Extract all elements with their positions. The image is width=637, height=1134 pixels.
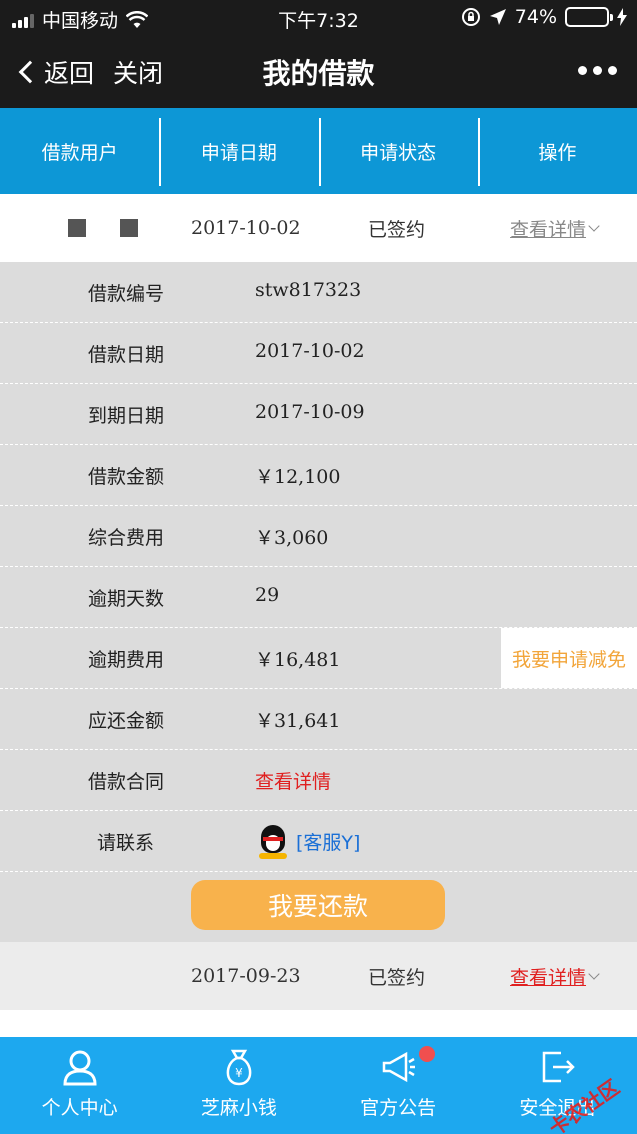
charging-icon xyxy=(617,8,627,26)
nav-announcements[interactable]: 官方公告 xyxy=(319,1037,478,1134)
detail-row-contract: 借款合同 查看详情 xyxy=(0,750,637,811)
loan-apply-date: 2017-10-02 xyxy=(191,217,301,239)
chevron-down-icon xyxy=(588,968,600,980)
loan-row: 2017-09-23 已签约 查看详情 xyxy=(0,942,637,1010)
nav-personal-center[interactable]: 个人中心 xyxy=(0,1037,159,1134)
view-detail-link[interactable]: 查看详情 xyxy=(510,963,600,990)
notification-dot xyxy=(418,1046,435,1062)
detail-row-loan-no: 借款编号 stw817323 xyxy=(0,262,637,323)
view-detail-link[interactable]: 查看详情 xyxy=(510,215,600,242)
header-action: 操作 xyxy=(477,108,637,194)
bottom-nav: 个人中心 ¥ 芝麻小钱 官方公告 安全退出 卡农社区 xyxy=(0,1037,637,1134)
qq-penguin-icon xyxy=(258,823,288,859)
battery-percent: 74% xyxy=(514,6,557,28)
detail-row-due-date: 到期日期 2017-10-09 xyxy=(0,384,637,445)
header-borrower: 借款用户 xyxy=(41,141,118,164)
detail-row-loan-date: 借款日期 2017-10-02 xyxy=(0,323,637,384)
user-icon xyxy=(63,1050,97,1086)
detail-row-contact: 请联系 [客服Y] xyxy=(0,811,637,872)
nav-sesame-money[interactable]: ¥ 芝麻小钱 xyxy=(159,1037,318,1134)
detail-row-overdue-fee: 逾期费用 ￥16,481 我要申请减免 xyxy=(0,628,637,689)
repay-button[interactable]: 我要还款 xyxy=(191,880,445,930)
detail-row-repay-total: 应还金额 ￥31,641 xyxy=(0,689,637,750)
detail-row-amount: 借款金额 ￥12,100 xyxy=(0,445,637,506)
customer-service-link[interactable]: [客服Y] xyxy=(258,823,360,859)
header-apply-date: 申请日期 xyxy=(159,108,318,194)
loan-status: 已签约 xyxy=(368,966,426,989)
rotation-lock-icon xyxy=(461,8,480,26)
page-title: 我的借款 xyxy=(262,57,375,90)
money-bag-icon: ¥ xyxy=(226,1049,252,1086)
loan-apply-date: 2017-09-23 xyxy=(191,965,301,987)
detail-row-overdue-days: 逾期天数 29 xyxy=(0,567,637,628)
contract-detail-link[interactable]: 查看详情 xyxy=(255,767,331,794)
loan-row: 2017-10-02 已签约 查看详情 xyxy=(0,194,637,262)
loan-detail-panel: 借款编号 stw817323 借款日期 2017-10-02 到期日期 2017… xyxy=(0,262,637,942)
borrower-name-redacted xyxy=(68,219,138,237)
battery-icon xyxy=(565,7,613,27)
logout-icon xyxy=(543,1051,576,1083)
nav-bar: 返回 关闭 我的借款 xyxy=(0,36,637,108)
svg-text:¥: ¥ xyxy=(235,1066,243,1080)
loan-number: stw817323 xyxy=(255,279,362,301)
detail-row-fee: 综合费用 ￥3,060 xyxy=(0,506,637,567)
chevron-down-icon xyxy=(588,220,600,232)
megaphone-icon xyxy=(382,1051,416,1083)
more-icon[interactable] xyxy=(578,66,617,75)
loan-status: 已签约 xyxy=(368,218,426,241)
status-bar: 中国移动 下午7:32 74% xyxy=(0,0,637,36)
header-apply-status: 申请状态 xyxy=(318,108,478,194)
apply-waiver-button[interactable]: 我要申请减免 xyxy=(501,628,637,688)
column-header: 借款用户 申请日期 申请状态 操作 xyxy=(0,108,637,194)
location-icon xyxy=(489,9,506,25)
